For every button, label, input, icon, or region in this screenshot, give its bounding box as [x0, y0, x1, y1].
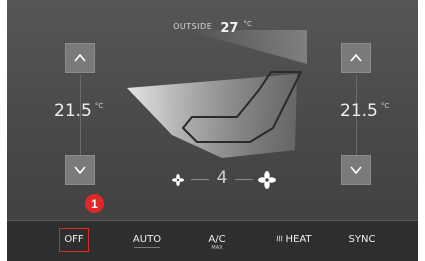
left-temp-up-button[interactable] [65, 43, 95, 73]
fan-track-right [235, 179, 253, 180]
ac-label: A/C [208, 234, 226, 245]
outside-unit: °C [243, 20, 252, 28]
left-temperature: 21.5 °C [54, 101, 103, 121]
right-temperature: 21.5 °C [340, 101, 389, 121]
sync-label: SYNC [348, 234, 376, 245]
off-highlight-box [59, 228, 89, 252]
climate-control-screen: OUTSIDE 27 °C 21.5 °C 21.5 °C 4 OFF AUTO… [7, 0, 418, 261]
heat-button[interactable]: HEAT [270, 234, 318, 245]
fan-speed-value: 4 [216, 168, 228, 188]
right-temp-down-button[interactable] [341, 155, 371, 185]
chevron-down-icon [74, 166, 86, 175]
fan-large-icon[interactable] [258, 171, 276, 189]
auto-label: AUTO [132, 234, 162, 245]
sync-button[interactable]: SYNC [346, 234, 378, 245]
right-temp-unit: °C [380, 102, 390, 110]
left-temp-unit: °C [94, 102, 104, 110]
outside-value: 27 [220, 21, 239, 36]
right-temp-value: 21.5 [340, 101, 378, 121]
chevron-up-icon [350, 53, 362, 62]
right-temp-up-button[interactable] [341, 43, 371, 73]
chevron-up-icon [74, 53, 86, 62]
callout-marker: 1 [85, 194, 104, 213]
heat-label: HEAT [285, 234, 312, 245]
ac-max-label: MAX [211, 245, 223, 251]
auto-button[interactable]: AUTO [129, 234, 165, 248]
left-temp-value: 21.5 [54, 101, 92, 121]
outside-temperature: OUTSIDE 27 °C [7, 17, 418, 36]
fan-small-icon[interactable] [172, 174, 184, 186]
left-temp-down-button[interactable] [65, 155, 95, 185]
ac-button[interactable]: A/C MAX [204, 234, 230, 251]
fan-track-left [191, 179, 209, 180]
heated-windshield-icon [277, 235, 283, 242]
auto-underline [134, 247, 160, 248]
outside-label: OUTSIDE [173, 22, 213, 31]
chevron-down-icon [350, 166, 362, 175]
fan-speed-control: 4 [170, 167, 278, 193]
